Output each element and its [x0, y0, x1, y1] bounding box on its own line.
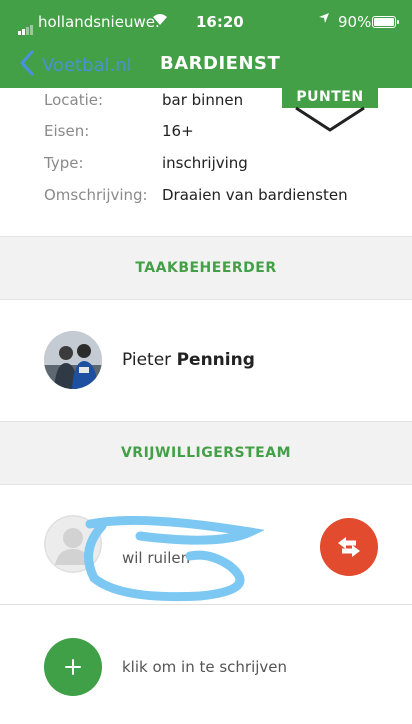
back-button[interactable]: Voetbal.nl	[42, 55, 132, 76]
detail-key: Locatie:	[44, 91, 104, 109]
detail-value: inschrijving	[162, 154, 248, 172]
manager-last-name: Penning	[176, 350, 255, 370]
battery-percentage: 90%	[338, 13, 372, 31]
detail-row-omschrijving: Omschrijving: Draaien van bardiensten	[0, 186, 412, 210]
manager-avatar[interactable]	[44, 331, 102, 389]
page-title: BARDIENST	[160, 53, 281, 74]
carrier-label: hollandsnieuwe.	[38, 13, 160, 31]
detail-row-type: Type: inschrijving	[0, 154, 412, 178]
battery-icon	[372, 16, 399, 28]
divider	[0, 604, 412, 605]
divider	[0, 299, 412, 300]
points-badge-shape	[295, 106, 365, 132]
signup-prompt[interactable]: klik om in te schrijven	[122, 658, 287, 676]
back-chevron-icon[interactable]	[20, 50, 34, 81]
swap-arrows-icon	[338, 537, 360, 557]
clock: 16:20	[196, 13, 244, 31]
blue-scribble	[84, 515, 264, 602]
detail-value: 16+	[162, 122, 194, 140]
swap-button[interactable]	[320, 518, 378, 576]
navigation-bar: Voetbal.nl BARDIENST	[0, 44, 412, 88]
detail-key: Type:	[44, 154, 84, 172]
detail-value: Draaien van bardiensten	[162, 186, 348, 204]
section-header-taakbeheerder: TAAKBEHEERDER	[0, 237, 412, 299]
add-signup-button[interactable]	[44, 638, 102, 696]
section-header-vrijwilligersteam: VRIJWILLIGERSTEAM	[0, 422, 412, 484]
plus-icon	[65, 659, 81, 675]
detail-key: Omschrijving:	[44, 186, 148, 204]
detail-value: bar binnen	[162, 91, 244, 109]
points-badge: PUNTEN	[282, 88, 378, 132]
detail-key: Eisen:	[44, 122, 90, 140]
top-bar: hollandsnieuwe. 16:20 90% Voetbal.nl BAR…	[0, 0, 412, 88]
manager-first-name: Pieter	[122, 350, 172, 370]
status-bar: hollandsnieuwe. 16:20 90%	[0, 0, 412, 44]
location-icon	[318, 12, 330, 28]
wifi-icon	[152, 11, 168, 30]
divider	[0, 484, 412, 485]
manager-name: Pieter Penning	[122, 350, 255, 370]
signal-icon	[18, 17, 34, 35]
